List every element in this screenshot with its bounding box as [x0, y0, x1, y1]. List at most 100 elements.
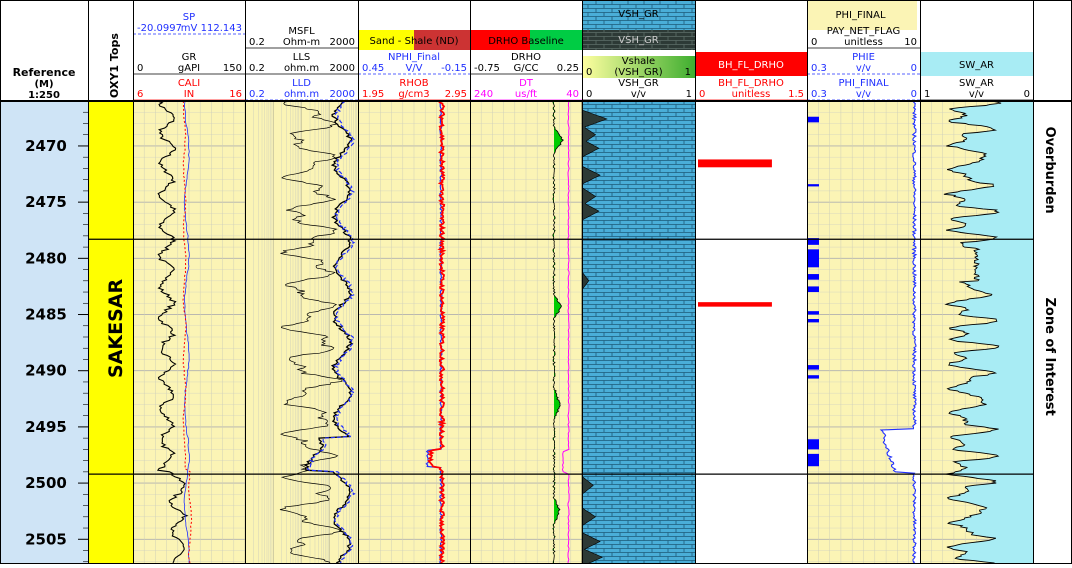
lls-max: 2000: [330, 63, 355, 74]
nphi-min: 0.45: [362, 63, 384, 74]
lld-name: LLD: [292, 78, 311, 89]
pay-flag: [808, 286, 819, 293]
cali-name: CALI: [178, 78, 200, 89]
swar-name: SW_AR: [959, 78, 994, 89]
rhob-unit: g/cm3: [398, 89, 429, 100]
pay-flag: [808, 116, 819, 123]
pay-max: 10: [904, 37, 917, 48]
pay-flag: [808, 319, 819, 323]
bhfl-min: 0: [699, 89, 705, 100]
phifinal-name: PHI_FINAL: [838, 78, 889, 89]
depth-title: Reference: [13, 66, 76, 79]
depth-tick-label: 2495: [25, 418, 67, 436]
msfl-unit: Ohm-m: [283, 37, 320, 48]
depth-tick-label: 2505: [25, 530, 67, 548]
pay-flag: [808, 365, 819, 370]
pay-flag: [808, 249, 819, 268]
vsh-dark-label: VSH_GR: [618, 35, 658, 46]
pay-min: 0: [811, 37, 817, 48]
phie-min: 0.3: [811, 63, 827, 74]
phie-unit: v/v: [856, 63, 871, 74]
vshgr-min: 0: [586, 89, 592, 100]
bh-fl-drho-flag: [698, 302, 772, 307]
bhfl-max: 1.5: [788, 89, 804, 100]
swar-min: 1: [924, 89, 930, 100]
pay-flag: [808, 311, 819, 315]
formation-label: SAKESAR: [105, 279, 127, 378]
gr-name: GR: [182, 52, 197, 63]
cali-max: 16: [229, 89, 242, 100]
sw-fill-label: SW_AR: [959, 60, 994, 71]
depth-tick-label: 2485: [25, 306, 67, 324]
lithology-bg: [582, 101, 695, 564]
nphi-unit: V/V: [405, 63, 422, 74]
msfl-max: 2000: [330, 37, 355, 48]
depth-tick-label: 2470: [25, 137, 67, 155]
lld-unit: ohm.m: [284, 89, 319, 100]
log-canvas: Reference (M) 1:250 2470 2475 2480 2485 2490…: [0, 0, 1072, 564]
msfl-name: MSFL: [288, 26, 315, 37]
phifinal-max: 0: [911, 89, 917, 100]
pay-flag: [808, 453, 819, 467]
bhfl-name: BH_FL_DRHO: [718, 78, 784, 89]
bh-fill-label: BH_FL_DRHO: [718, 60, 784, 71]
dt-name: DT: [519, 78, 534, 89]
pay-unit: unitless: [844, 37, 883, 48]
depth-tick-label: 2490: [25, 362, 67, 380]
vshale-max: 1: [685, 67, 691, 78]
well-log-plot: Reference (M) 1:250 2470 2475 2480 2485 2490…: [0, 0, 1072, 564]
rhob-max: 2.95: [445, 89, 467, 100]
swar-max: 0: [1024, 89, 1030, 100]
phifinal-unit: v/v: [856, 89, 871, 100]
drho-fill-label: DRHO Baseline: [488, 36, 564, 47]
cali-min: 6: [137, 89, 143, 100]
gr-min: 0: [137, 63, 143, 74]
swar-unit: v/v: [969, 89, 984, 100]
nphi-max: -0.15: [441, 63, 467, 74]
pay-flag: [808, 274, 819, 280]
gr-unit: gAPI: [178, 63, 200, 74]
drho-unit: G/CC: [513, 63, 538, 74]
depth-unit: (M): [34, 79, 53, 90]
lld-min: 0.2: [249, 89, 265, 100]
nd-fill-label: Sand - Shale (ND): [369, 36, 458, 47]
depth-scale: 1:250: [28, 90, 60, 101]
pay-flag: [808, 184, 819, 187]
vshale-min: 0: [586, 67, 592, 78]
phie-max: 0: [911, 63, 917, 74]
pay-flag: [808, 439, 819, 450]
bh-fl-drho-flag: [698, 159, 772, 168]
vsh-top-label: VSH_GR: [618, 9, 658, 20]
vshale-label: Vshale: [622, 56, 655, 67]
dt-max: 40: [566, 89, 579, 100]
sp-name: SP: [183, 12, 195, 23]
depth-tick-label: 2475: [25, 193, 67, 211]
drho-min: -0.75: [474, 63, 500, 74]
phi-fill-label: PHI_FINAL: [835, 10, 886, 21]
depth-track-bg: [0, 101, 88, 564]
zone-label: Overburden: [1042, 127, 1057, 214]
gr-max: 150: [223, 63, 242, 74]
depth-tick-label: 2500: [25, 474, 67, 492]
pay-flag: [808, 375, 819, 379]
sp-max: 112.143: [201, 23, 242, 34]
vshgr-max: 1: [686, 89, 692, 100]
vshale-unit: (VSH_GR): [614, 67, 662, 78]
depth-tick-label: 2480: [25, 249, 67, 267]
vshgr-name: VSH_GR: [618, 78, 658, 89]
lls-unit: ohm.m: [284, 63, 319, 74]
msfl-min: 0.2: [249, 37, 265, 48]
vshgr-unit: v/v: [631, 89, 646, 100]
flag-track-bg: [695, 101, 807, 564]
lls-name: LLS: [293, 52, 311, 63]
bhfl-unit: unitless: [732, 89, 771, 100]
rhob-min: 1.95: [362, 89, 384, 100]
tops-title: OXY1 Tops: [108, 33, 121, 98]
dt-min: 240: [474, 89, 493, 100]
drho-name: DRHO: [511, 52, 541, 63]
phie-name: PHIE: [852, 52, 875, 63]
sp-unit: mV: [181, 23, 198, 34]
sp-min: -20.0997: [137, 23, 182, 34]
lls-min: 0.2: [249, 63, 265, 74]
dt-unit: us/ft: [515, 89, 537, 100]
